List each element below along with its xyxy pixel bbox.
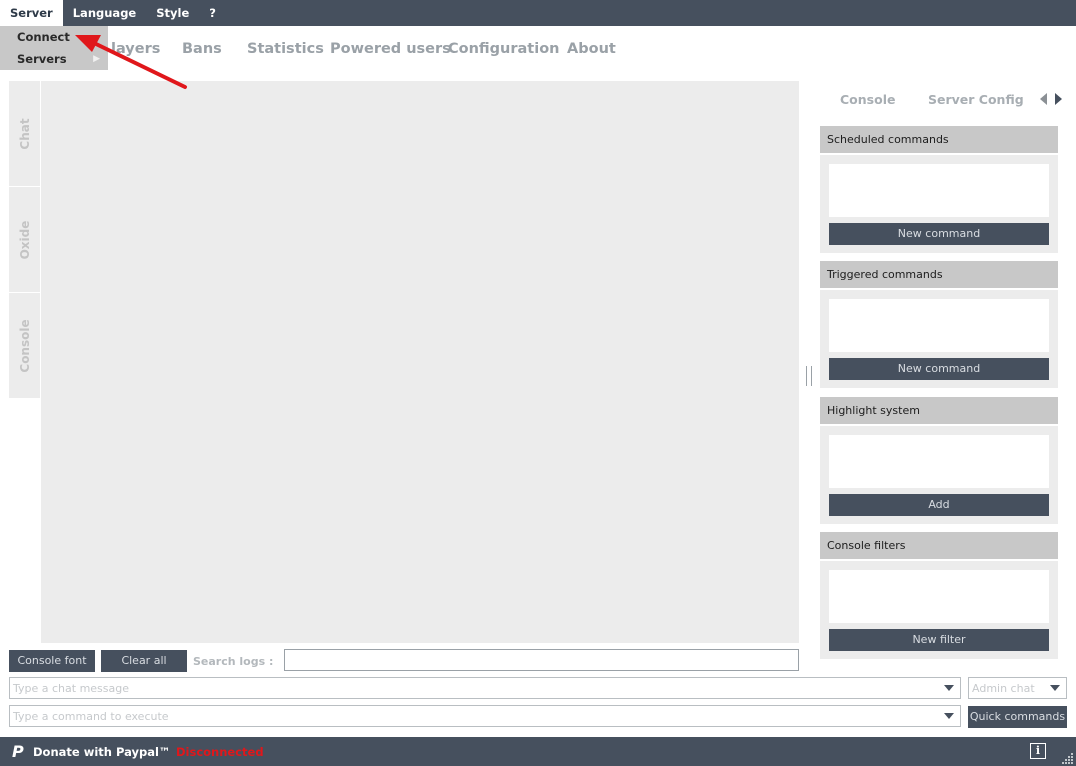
- menu-item-connect[interactable]: Connect: [0, 26, 108, 48]
- chat-target-select[interactable]: Admin chat: [968, 677, 1067, 699]
- main-tabs: layers Bans Statistics Powered users Con…: [0, 26, 800, 74]
- panel-title: Console filters: [820, 532, 1058, 559]
- console-filters-panel: Console filters New filter: [820, 532, 1058, 659]
- side-tab-oxide-label: Oxide: [17, 220, 32, 259]
- panel-title: Triggered commands: [820, 261, 1058, 288]
- scheduled-commands-panel: Scheduled commands New command: [820, 126, 1058, 253]
- connection-status: Disconnected: [176, 745, 264, 759]
- right-tabs: Console Server Config: [820, 90, 1070, 110]
- side-tab-console-label: Console: [17, 318, 32, 373]
- triggered-commands-list[interactable]: [829, 299, 1049, 352]
- tab-about[interactable]: About: [567, 41, 616, 57]
- highlight-system-panel: Highlight system Add: [820, 397, 1058, 524]
- tab-configuration[interactable]: Configuration: [448, 41, 560, 57]
- command-input[interactable]: Type a command to execute: [9, 705, 961, 727]
- menu-language[interactable]: Language: [63, 0, 147, 26]
- tab-players[interactable]: layers: [111, 41, 160, 57]
- chat-target-value: Admin chat: [972, 682, 1035, 695]
- side-tabs: Chat Oxide Console: [9, 81, 40, 399]
- menu-server[interactable]: Server: [0, 0, 63, 26]
- side-tab-chat[interactable]: Chat: [9, 81, 40, 187]
- highlight-list[interactable]: [829, 435, 1049, 488]
- paypal-icon[interactable]: P: [12, 743, 28, 761]
- log-view[interactable]: [41, 81, 799, 643]
- triggered-commands-panel: Triggered commands New command: [820, 261, 1058, 388]
- tab-scroll-right-icon[interactable]: [1055, 93, 1062, 105]
- server-dropdown-menu: Connect Servers ▶: [0, 26, 108, 70]
- search-logs-label: Search logs :: [193, 655, 274, 668]
- panel-title: Scheduled commands: [820, 126, 1058, 153]
- panel-title: Highlight system: [820, 397, 1058, 424]
- menu-item-servers-label: Servers: [17, 52, 67, 66]
- new-filter-button[interactable]: New filter: [829, 629, 1049, 651]
- status-bar: P Donate with Paypal™ Disconnected i: [0, 737, 1076, 766]
- menu-item-servers[interactable]: Servers ▶: [0, 48, 108, 70]
- side-tab-oxide[interactable]: Oxide: [9, 187, 40, 293]
- submenu-arrow-icon: ▶: [93, 54, 100, 64]
- tab-powered-users[interactable]: Powered users: [330, 41, 451, 57]
- menu-style[interactable]: Style: [146, 0, 199, 26]
- command-placeholder: Type a command to execute: [13, 710, 169, 723]
- chat-message-placeholder: Type a chat message: [13, 682, 130, 695]
- console-filters-list[interactable]: [829, 570, 1049, 623]
- info-icon[interactable]: i: [1030, 743, 1046, 759]
- resize-grip-icon[interactable]: [1062, 752, 1074, 764]
- side-tab-console[interactable]: Console: [9, 293, 40, 399]
- add-highlight-button[interactable]: Add: [829, 494, 1049, 516]
- tab-scroll-left-icon[interactable]: [1040, 93, 1047, 105]
- menu-bar: Server Language Style ?: [0, 0, 1076, 26]
- chat-message-input[interactable]: Type a chat message: [9, 677, 961, 699]
- panel-splitter-handle[interactable]: [806, 366, 812, 386]
- tab-server-config[interactable]: Server Config: [928, 92, 1024, 107]
- quick-commands-button[interactable]: Quick commands: [968, 706, 1067, 728]
- new-scheduled-command-button[interactable]: New command: [829, 223, 1049, 245]
- tab-console[interactable]: Console: [840, 92, 895, 107]
- chevron-down-icon: [1050, 685, 1060, 691]
- menu-help[interactable]: ?: [199, 0, 226, 26]
- tab-bans[interactable]: Bans: [182, 41, 222, 57]
- chevron-down-icon[interactable]: [944, 713, 954, 719]
- donate-paypal-link[interactable]: Donate with Paypal™: [33, 745, 170, 759]
- clear-all-button[interactable]: Clear all: [101, 650, 187, 672]
- chevron-down-icon[interactable]: [944, 685, 954, 691]
- search-logs-input[interactable]: [284, 649, 799, 671]
- menu-item-connect-label: Connect: [17, 30, 70, 44]
- console-font-button[interactable]: Console font: [9, 650, 95, 672]
- new-triggered-command-button[interactable]: New command: [829, 358, 1049, 380]
- scheduled-commands-list[interactable]: [829, 164, 1049, 217]
- side-tab-chat-label: Chat: [17, 117, 32, 150]
- tab-statistics[interactable]: Statistics: [247, 41, 324, 57]
